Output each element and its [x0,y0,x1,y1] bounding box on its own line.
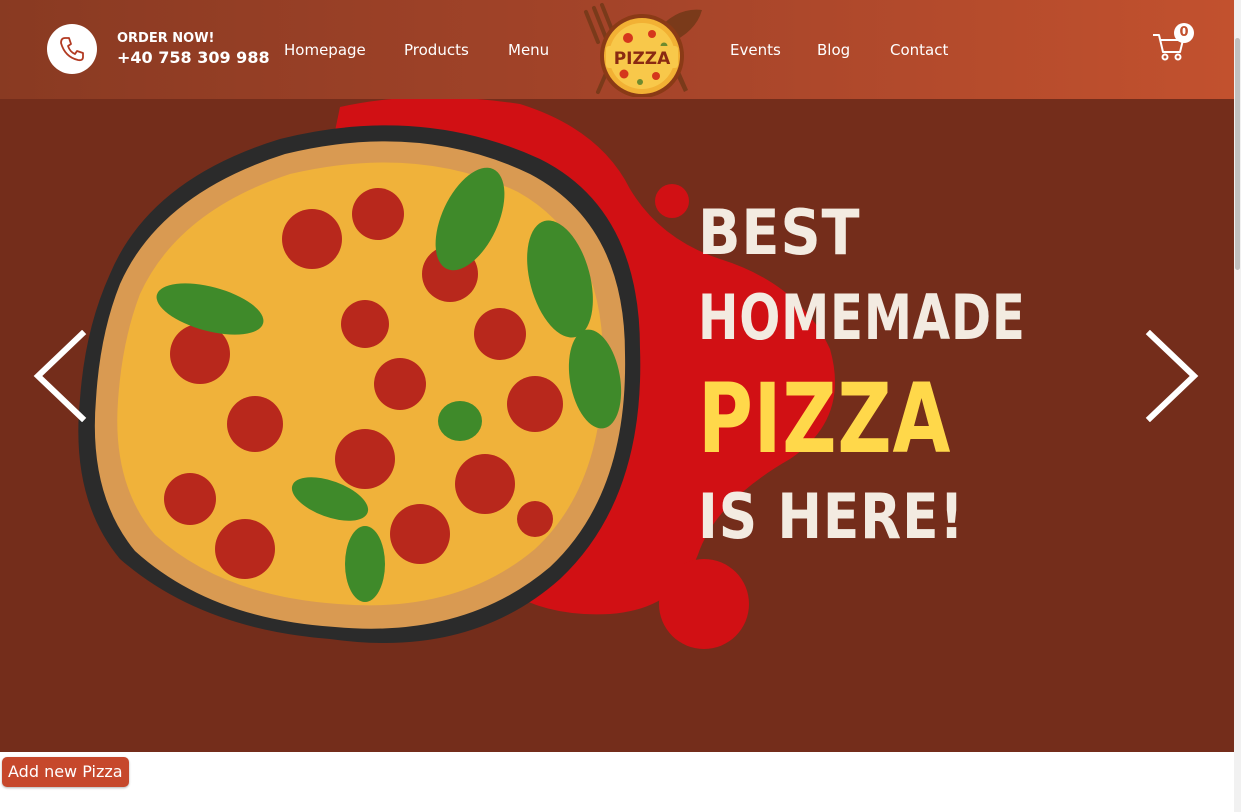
page-scrollbar[interactable] [1234,0,1241,812]
pepperoni-pizza-image [78,125,641,643]
chevron-left-icon[interactable] [32,330,88,422]
nav-link-events[interactable]: Events [730,41,781,59]
add-new-pizza-button[interactable]: Add new Pizza [2,757,129,787]
nav-link-contact[interactable]: Contact [890,41,948,59]
hero-headline-line-4: IS HERE! [698,480,965,553]
chevron-right-icon[interactable] [1144,330,1200,422]
cart-count-badge: 0 [1174,23,1194,43]
nav-link-menu[interactable]: Menu [508,41,549,59]
scrollbar-thumb[interactable] [1235,38,1240,270]
hero-headline-accent: PIZZA [698,363,952,475]
nav-link-products[interactable]: Products [404,41,469,59]
hero-headline-line-1: BEST [698,196,861,269]
hero-headline-line-2: HOMEMADE [698,281,1026,354]
logo-text: PIZZA [614,49,671,69]
top-navbar: ORDER NOW! +40 758 309 988 Homepage Prod… [0,0,1234,99]
hero-banner: BEST HOMEMADE PIZZA IS HERE! [0,99,1234,752]
phone-icon[interactable] [47,24,97,74]
nav-link-blog[interactable]: Blog [817,41,850,59]
order-now-label: ORDER NOW! [117,31,215,46]
order-phone-number[interactable]: +40 758 309 988 [117,48,270,67]
nav-link-homepage[interactable]: Homepage [284,41,366,59]
pizza-logo[interactable]: PIZZA [576,2,706,97]
